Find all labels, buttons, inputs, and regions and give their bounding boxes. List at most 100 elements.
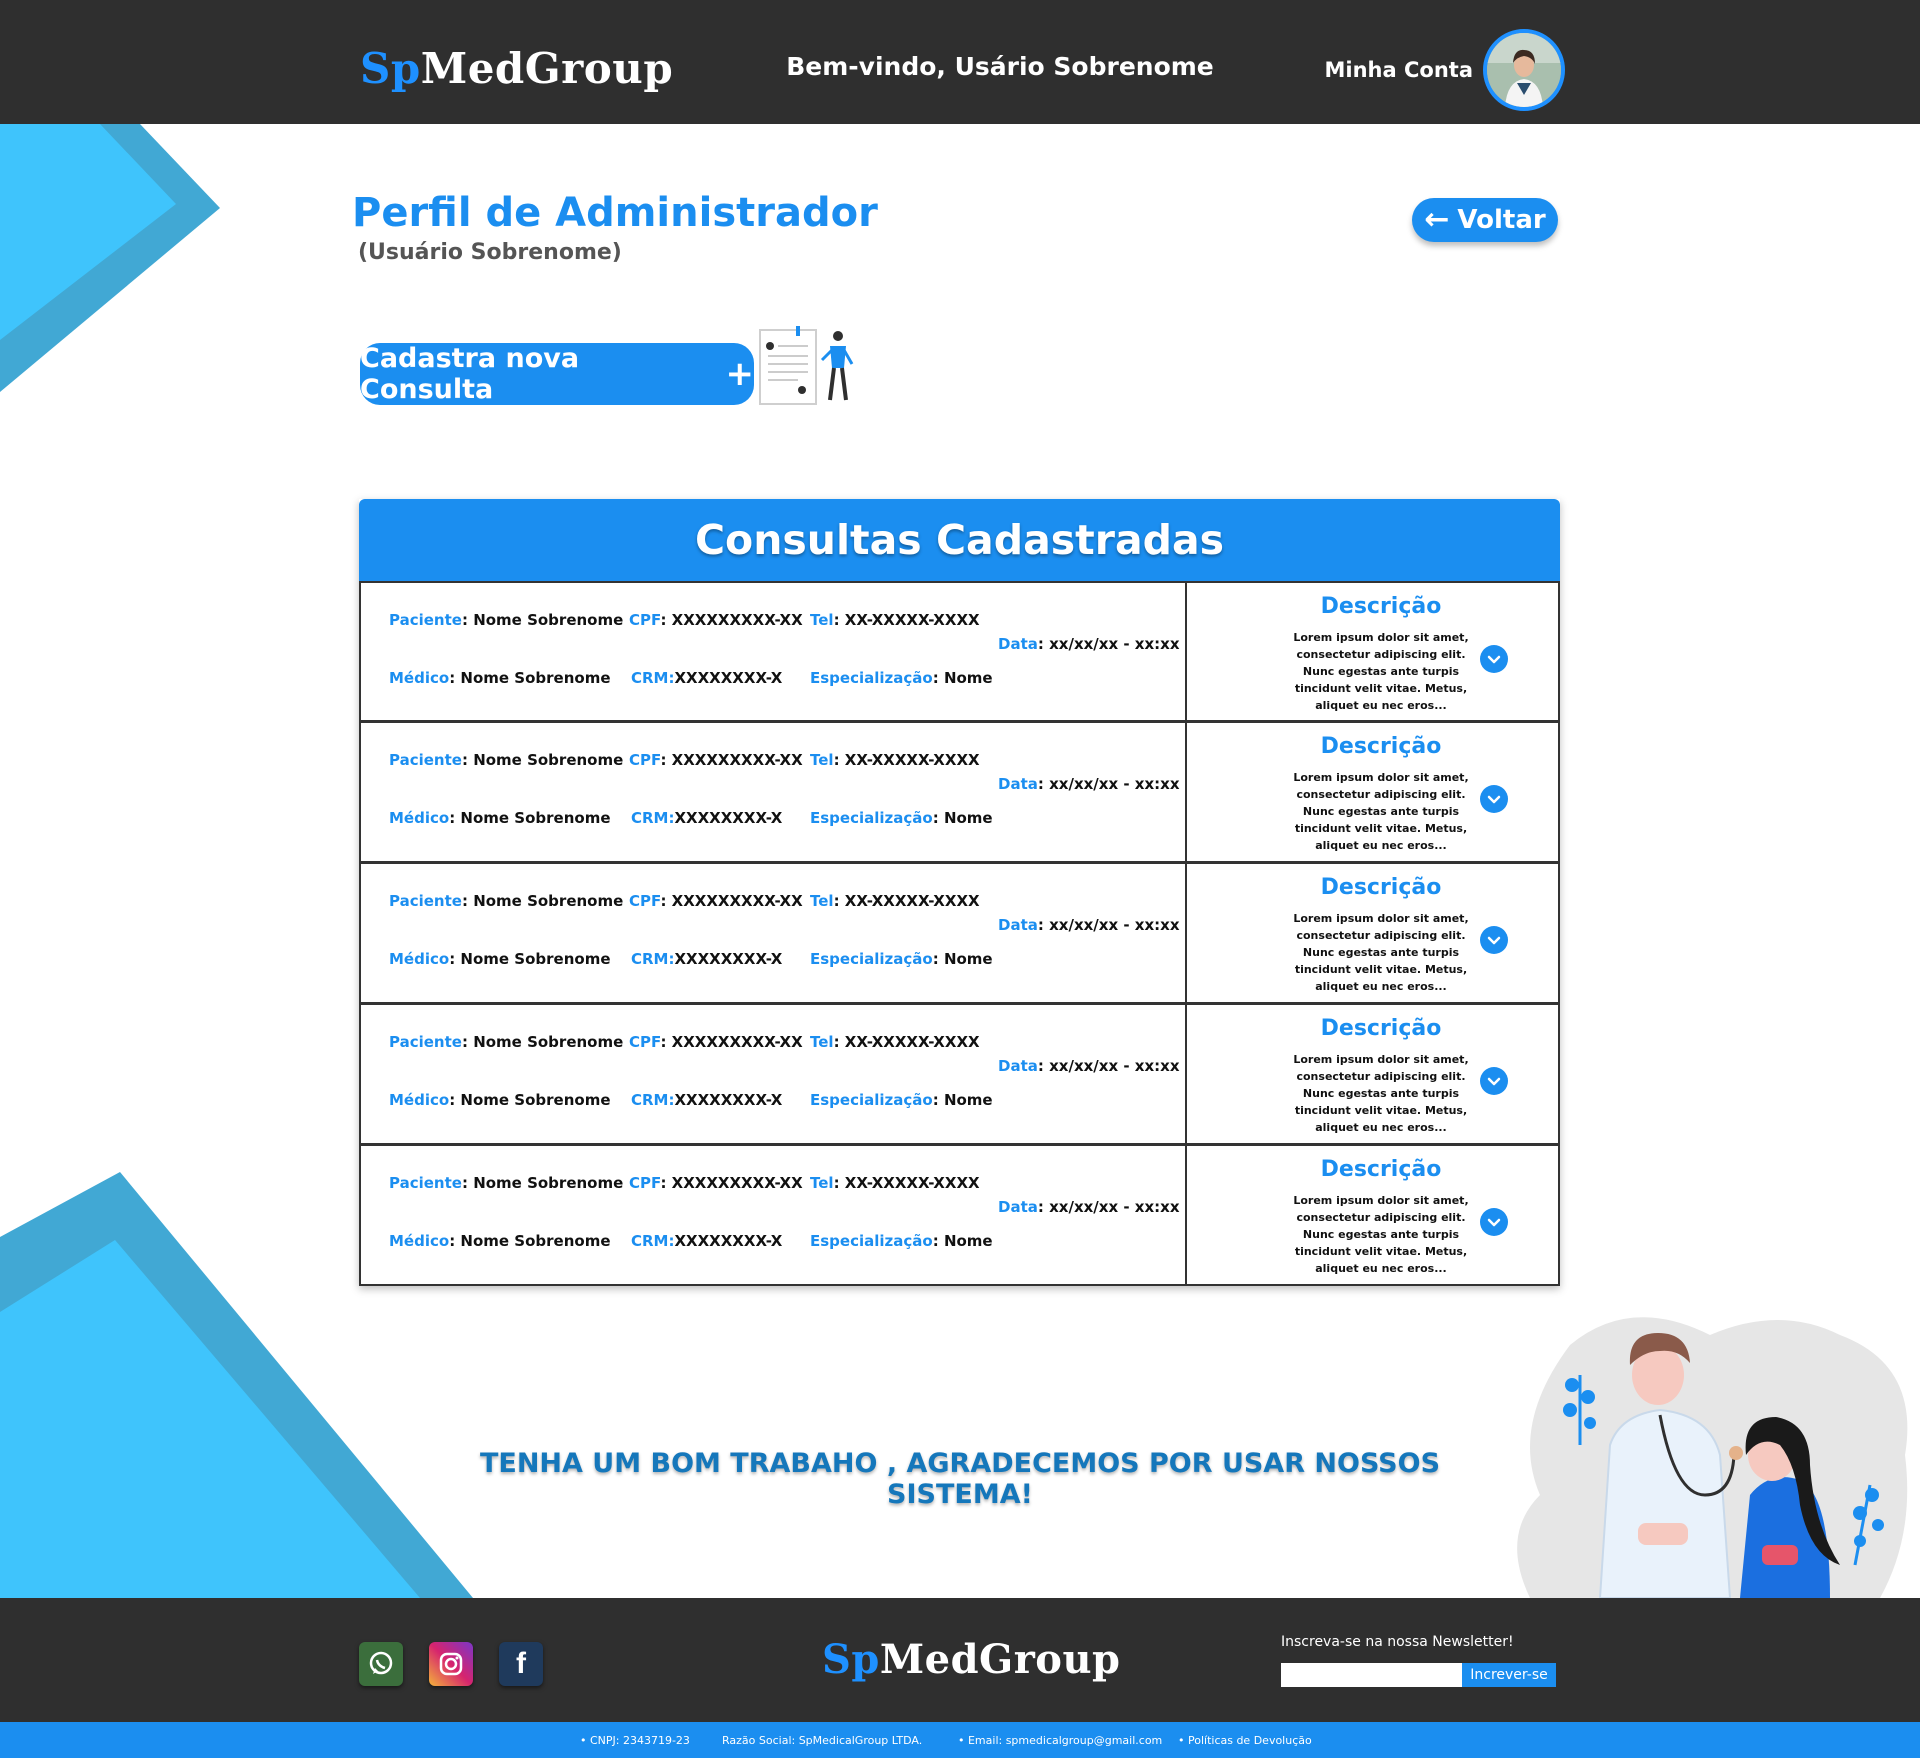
expand-button[interactable] xyxy=(1480,785,1508,813)
column-divider xyxy=(1185,1005,1187,1143)
newsletter-label: Inscreva-se na nossa Newsletter! xyxy=(1281,1634,1514,1650)
date-field: Data: xx/xx/xx - xx:xx xyxy=(998,1057,1180,1075)
table-row: Paciente: Nome Sobrenome CPF: XXXXXXXXX-X… xyxy=(359,863,1560,1004)
specialty-label: Especialização xyxy=(810,809,933,827)
doctor-field: Médico: Nome Sobrenome xyxy=(389,950,611,968)
description-title: Descrição xyxy=(1320,1016,1442,1041)
cpf-field: CPF: XXXXXXXXX-XX xyxy=(629,751,803,769)
date-label: Data xyxy=(998,916,1038,934)
patient-name: Nome Sobrenome xyxy=(473,1033,624,1051)
phone-label: Tel xyxy=(810,751,834,769)
crm-label: CRM: xyxy=(631,669,675,687)
doctor-field: Médico: Nome Sobrenome xyxy=(389,669,611,687)
chevron-down-icon xyxy=(1487,1077,1501,1086)
doctor-field: Médico: Nome Sobrenome xyxy=(389,809,611,827)
return-policy-link[interactable]: • Políticas de Devolução xyxy=(1178,1734,1312,1747)
cpf-value: XXXXXXXXX-XX xyxy=(671,751,803,769)
date-field: Data: xx/xx/xx - xx:xx xyxy=(998,1198,1180,1216)
doctor-name: Nome Sobrenome xyxy=(460,950,611,968)
footer-brand-logo[interactable]: SpMedGroup xyxy=(822,1636,1121,1683)
specialty-label: Especialização xyxy=(810,1232,933,1250)
crm-label: CRM: xyxy=(631,1232,675,1250)
patient-label: Paciente xyxy=(389,1174,462,1192)
plus-icon: + xyxy=(725,354,755,394)
whatsapp-icon[interactable] xyxy=(359,1642,403,1686)
my-account-link[interactable]: Minha Conta xyxy=(1325,58,1473,82)
patient-name: Nome Sobrenome xyxy=(473,892,624,910)
patient-label: Paciente xyxy=(389,892,462,910)
patient-field: Paciente: Nome Sobrenome xyxy=(389,751,624,769)
cnpj-text: • CNPJ: 2343719-23 xyxy=(580,1734,690,1747)
date-value: xx/xx/xx - xx:xx xyxy=(1049,916,1180,934)
description-title: Descrição xyxy=(1320,875,1442,900)
patient-field: Paciente: Nome Sobrenome xyxy=(389,1174,624,1192)
newsletter-subscribe-button[interactable]: Increver-se xyxy=(1462,1663,1556,1687)
date-field: Data: xx/xx/xx - xx:xx xyxy=(998,775,1180,793)
description-text: Lorem ipsum dolor sit amet, consectetur … xyxy=(1293,771,1469,852)
phone-value: XX-XXXXX-XXXX xyxy=(844,1174,980,1192)
new-consult-button[interactable]: Cadastra nova Consulta + xyxy=(360,343,754,405)
newsletter-email-input[interactable] xyxy=(1281,1663,1462,1687)
phone-field: Tel: XX-XXXXX-XXXX xyxy=(810,1174,980,1192)
date-field: Data: xx/xx/xx - xx:xx xyxy=(998,635,1180,653)
specialty-field: Especialização: Nome xyxy=(810,809,993,827)
patient-name: Nome Sobrenome xyxy=(473,611,624,629)
whatsapp-glyph-icon xyxy=(369,1651,393,1675)
crm-label: CRM: xyxy=(631,809,675,827)
chevron-down-icon xyxy=(1487,1218,1501,1227)
instagram-icon[interactable] xyxy=(429,1642,473,1686)
date-field: Data: xx/xx/xx - xx:xx xyxy=(998,916,1180,934)
crm-field: CRM:XXXXXXXX-X xyxy=(631,1232,782,1250)
table-row: Paciente: Nome Sobrenome CPF: XXXXXXXXX-X… xyxy=(359,1145,1560,1286)
brand-sp: Sp xyxy=(360,44,421,93)
doctor-patient-illustration xyxy=(1517,1317,1908,1598)
expand-button[interactable] xyxy=(1480,1067,1508,1095)
specialty-label: Especialização xyxy=(810,669,933,687)
cpf-field: CPF: XXXXXXXXX-XX xyxy=(629,892,803,910)
specialty-value: Nome xyxy=(943,809,993,827)
specialty-field: Especialização: Nome xyxy=(810,1091,993,1109)
brand-logo[interactable]: SpMedGroup xyxy=(360,44,673,93)
doctor-name: Nome Sobrenome xyxy=(460,1232,611,1250)
cpf-label: CPF xyxy=(629,1174,661,1192)
cpf-field: CPF: XXXXXXXXX-XX xyxy=(629,1033,803,1051)
specialty-field: Especialização: Nome xyxy=(810,1232,993,1250)
specialty-value: Nome xyxy=(943,669,993,687)
cpf-value: XXXXXXXXX-XX xyxy=(671,611,803,629)
phone-value: XX-XXXXX-XXXX xyxy=(844,1033,980,1051)
consultas-panel: Consultas Cadastradas Paciente: Nome Sob… xyxy=(359,499,1560,1286)
doctor-name: Nome Sobrenome xyxy=(460,669,611,687)
crm-value: XXXXXXXX-X xyxy=(674,809,783,827)
crm-field: CRM:XXXXXXXX-X xyxy=(631,1091,782,1109)
specialty-field: Especialização: Nome xyxy=(810,669,993,687)
crm-value: XXXXXXXX-X xyxy=(674,1091,783,1109)
date-label: Data xyxy=(998,1198,1038,1216)
expand-button[interactable] xyxy=(1480,645,1508,673)
description-text: Lorem ipsum dolor sit amet, consectetur … xyxy=(1293,631,1469,712)
arrow-left-icon: ← xyxy=(1424,202,1450,237)
expand-button[interactable] xyxy=(1480,926,1508,954)
doctor-name: Nome Sobrenome xyxy=(460,1091,611,1109)
cpf-value: XXXXXXXXX-XX xyxy=(671,892,803,910)
phone-value: XX-XXXXX-XXXX xyxy=(844,611,980,629)
user-photo-icon xyxy=(1487,33,1561,107)
specialty-value: Nome xyxy=(943,950,993,968)
facebook-icon[interactable]: f xyxy=(499,1642,543,1686)
description-text: Lorem ipsum dolor sit amet, consectetur … xyxy=(1293,912,1469,993)
doctor-label: Médico xyxy=(389,1091,450,1109)
phone-label: Tel xyxy=(810,611,834,629)
description-text: Lorem ipsum dolor sit amet, consectetur … xyxy=(1293,1194,1469,1275)
phone-value: XX-XXXXX-XXXX xyxy=(844,751,980,769)
date-value: xx/xx/xx - xx:xx xyxy=(1049,775,1180,793)
doctor-field: Médico: Nome Sobrenome xyxy=(389,1232,611,1250)
phone-value: XX-XXXXX-XXXX xyxy=(844,892,980,910)
instagram-glyph-icon xyxy=(439,1652,463,1676)
specialty-field: Especialização: Nome xyxy=(810,950,993,968)
column-divider xyxy=(1185,583,1187,720)
expand-button[interactable] xyxy=(1480,1208,1508,1236)
crm-field: CRM:XXXXXXXX-X xyxy=(631,950,782,968)
back-button[interactable]: ← Voltar xyxy=(1412,198,1558,242)
avatar[interactable] xyxy=(1483,29,1565,111)
consultas-table: Paciente: Nome Sobrenome CPF: XXXXXXXXX-X… xyxy=(359,581,1560,1286)
chevron-down-icon xyxy=(1487,936,1501,945)
